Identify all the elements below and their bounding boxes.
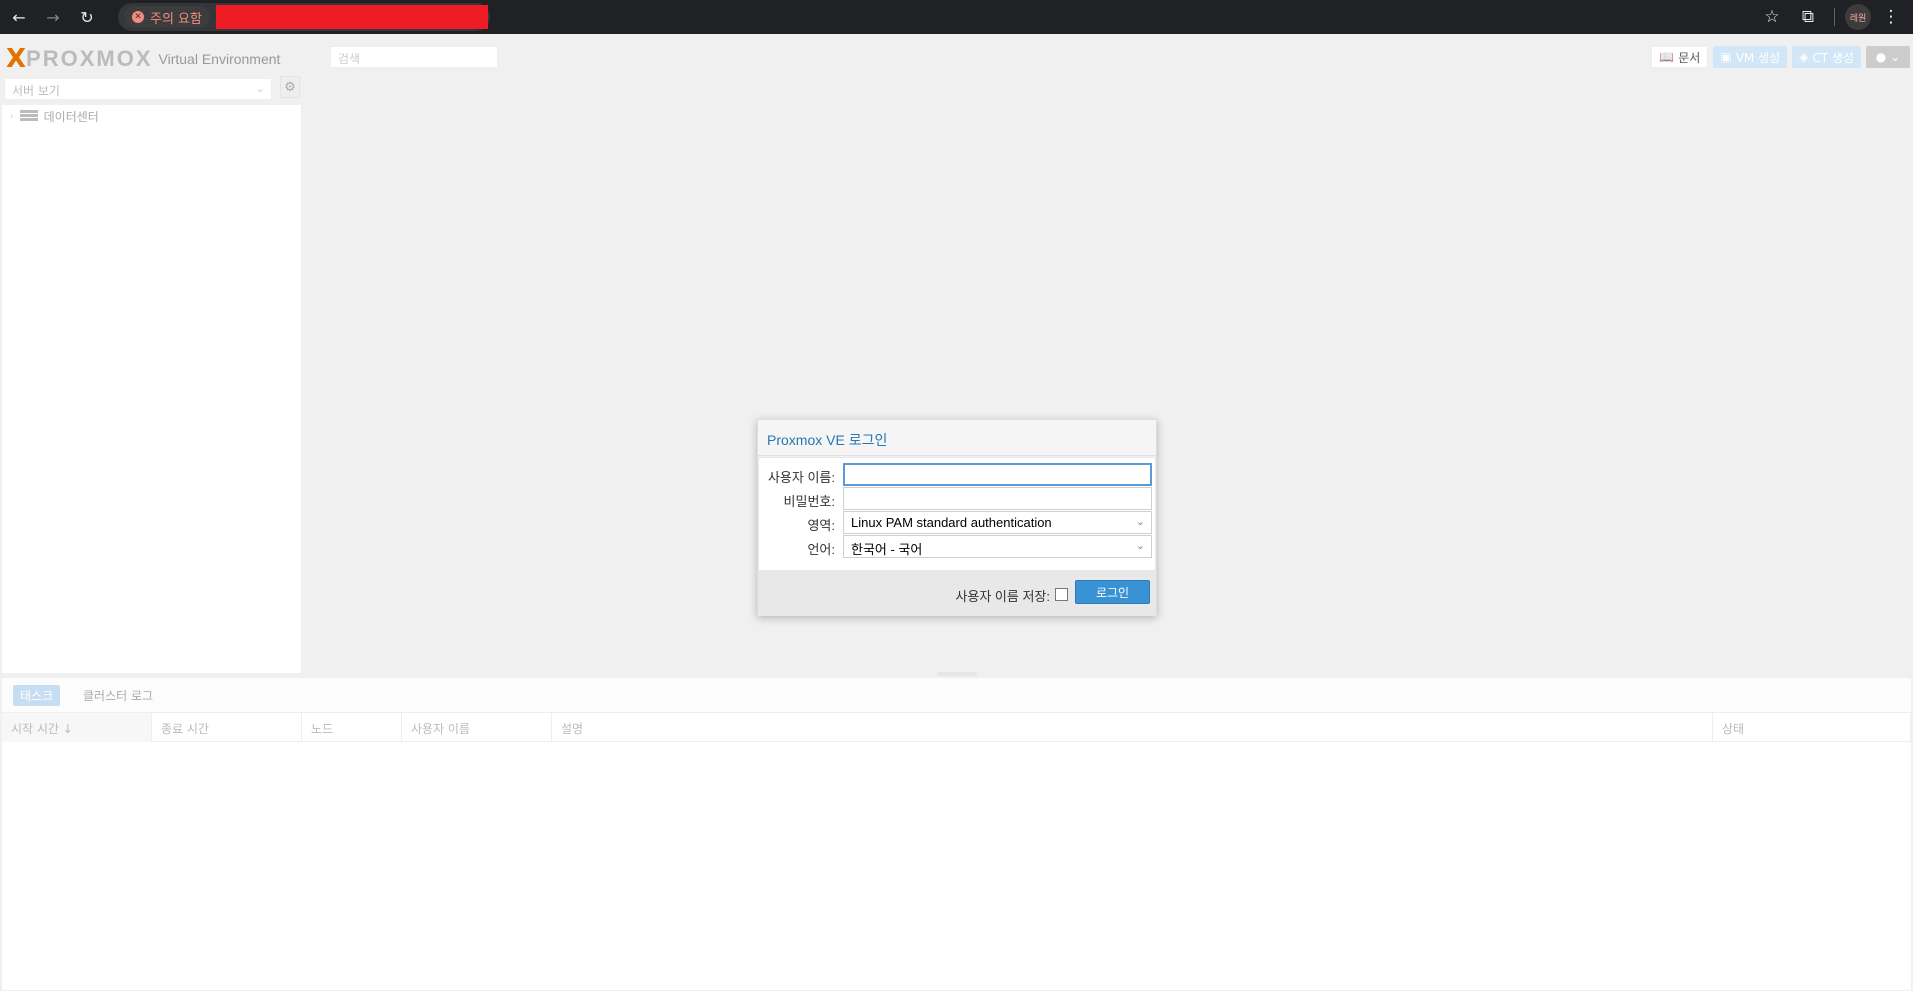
book-icon: 📖 <box>1659 50 1675 64</box>
resource-tree: › 데이터센터 <box>2 105 301 673</box>
column-status[interactable]: 상태 <box>1713 713 1911 742</box>
panel-splitter[interactable] <box>937 672 977 676</box>
profile-avatar[interactable]: 레원 <box>1845 4 1871 30</box>
address-bar[interactable]: ✕ 주의 요함 <box>118 3 490 31</box>
password-label: 비밀번호: <box>783 494 835 509</box>
language-select[interactable]: 한국어 - 국어 ⌄ <box>843 535 1152 558</box>
product-name: Virtual Environment <box>158 51 281 67</box>
realm-row: 영역: Linux PAM standard authentication ⌄ <box>759 511 1155 535</box>
save-username-label: 사용자 이름 저장: <box>955 589 1050 604</box>
realm-label: 영역: <box>807 518 835 533</box>
create-ct-button[interactable]: ◈ CT 생성 <box>1792 46 1861 68</box>
chevron-down-icon: ⌄ <box>1135 540 1145 552</box>
back-icon[interactable]: ← <box>4 2 34 32</box>
login-button[interactable]: 로그인 <box>1075 580 1150 604</box>
username-row: 사용자 이름: <box>759 463 1155 487</box>
extensions-icon[interactable]: ⧉ <box>1792 2 1824 32</box>
dialog-title: Proxmox VE 로그인 <box>758 420 1156 456</box>
reload-icon[interactable]: ↻ <box>72 2 102 32</box>
logo-x-icon: X <box>6 44 27 74</box>
forward-icon[interactable]: → <box>38 2 68 32</box>
docs-button[interactable]: 📖 문서 <box>1651 46 1709 68</box>
redacted-url <box>216 5 488 29</box>
user-icon: ● <box>1875 50 1887 64</box>
tab-cluster-log[interactable]: 클러스터 로그 <box>76 685 160 706</box>
log-tabs: 태스크 클러스터 로그 <box>2 678 1911 712</box>
realm-select[interactable]: Linux PAM standard authentication ⌄ <box>843 511 1152 534</box>
more-menu-icon[interactable]: ⋮ <box>1875 2 1907 32</box>
column-username[interactable]: 사용자 이름 <box>402 713 552 742</box>
chevron-down-icon: ⌄ <box>1890 50 1901 64</box>
column-start-time[interactable]: 시작 시간 ↓ <box>2 713 152 742</box>
column-end-time[interactable]: 종료 시간 <box>152 713 302 742</box>
column-description[interactable]: 설명 <box>552 713 1713 742</box>
realm-value: Linux PAM standard authentication <box>851 515 1052 530</box>
expander-icon[interactable]: › <box>10 112 14 122</box>
password-row: 비밀번호: <box>759 487 1155 511</box>
monitor-icon: ▣ <box>1720 50 1732 64</box>
bookmark-star-icon[interactable]: ☆ <box>1756 2 1788 32</box>
save-username-checkbox[interactable] <box>1055 588 1068 601</box>
log-panel: 태스크 클러스터 로그 시작 시간 ↓ 종료 시간 노드 사용자 이름 설명 상… <box>2 678 1911 990</box>
chevron-down-icon: ⌄ <box>255 82 265 95</box>
task-grid-header: 시작 시간 ↓ 종료 시간 노드 사용자 이름 설명 상태 <box>2 712 1911 742</box>
warning-icon: ✕ <box>132 11 144 23</box>
proxmox-logo: X PROXMOX Virtual Environment <box>6 46 280 72</box>
app-header: X PROXMOX Virtual Environment 검색 📖 문서 ▣ … <box>0 34 1913 80</box>
create-ct-label: CT 생성 <box>1812 50 1854 65</box>
chevron-down-icon: ⌄ <box>1135 516 1145 528</box>
tab-tasks[interactable]: 태스크 <box>13 685 61 706</box>
login-form: 사용자 이름: 비밀번호: 영역: Linux PAM standard aut… <box>758 457 1156 571</box>
logo-wordmark: PROXMOX <box>26 46 153 71</box>
language-value: 한국어 - 국어 <box>851 542 923 557</box>
user-menu-button[interactable]: ● ⌄ <box>1866 46 1910 68</box>
language-row: 언어: 한국어 - 국어 ⌄ <box>759 535 1155 559</box>
search-input[interactable]: 검색 <box>330 46 498 68</box>
view-select-value: 서버 보기 <box>12 84 60 98</box>
tree-item-label: 데이터센터 <box>43 110 99 124</box>
username-label: 사용자 이름: <box>767 470 835 485</box>
password-field[interactable] <box>843 487 1152 510</box>
server-icon <box>19 110 38 123</box>
security-label: 주의 요함 <box>150 11 202 27</box>
toolbar-divider <box>1834 8 1835 26</box>
login-dialog: Proxmox VE 로그인 사용자 이름: 비밀번호: 영역: Linux P… <box>757 419 1157 616</box>
language-label: 언어: <box>807 542 835 557</box>
docs-label: 문서 <box>1678 50 1701 65</box>
create-vm-label: VM 생성 <box>1735 50 1781 65</box>
username-field[interactable] <box>843 463 1152 486</box>
dialog-footer: 사용자 이름 저장: 로그인 <box>758 571 1156 616</box>
create-vm-button[interactable]: ▣ VM 생성 <box>1713 46 1788 68</box>
tree-item-datacenter[interactable]: › 데이터센터 <box>10 108 99 125</box>
security-warning-chip[interactable]: ✕ 주의 요함 <box>124 6 210 28</box>
view-select[interactable]: 서버 보기 ⌄ <box>4 78 272 100</box>
gear-icon[interactable]: ⚙ <box>280 76 300 98</box>
cube-icon: ◈ <box>1799 50 1809 64</box>
column-node[interactable]: 노드 <box>302 713 402 742</box>
browser-toolbar: ← → ↻ ✕ 주의 요함 ☆ ⧉ 레원 ⋮ <box>0 0 1913 34</box>
